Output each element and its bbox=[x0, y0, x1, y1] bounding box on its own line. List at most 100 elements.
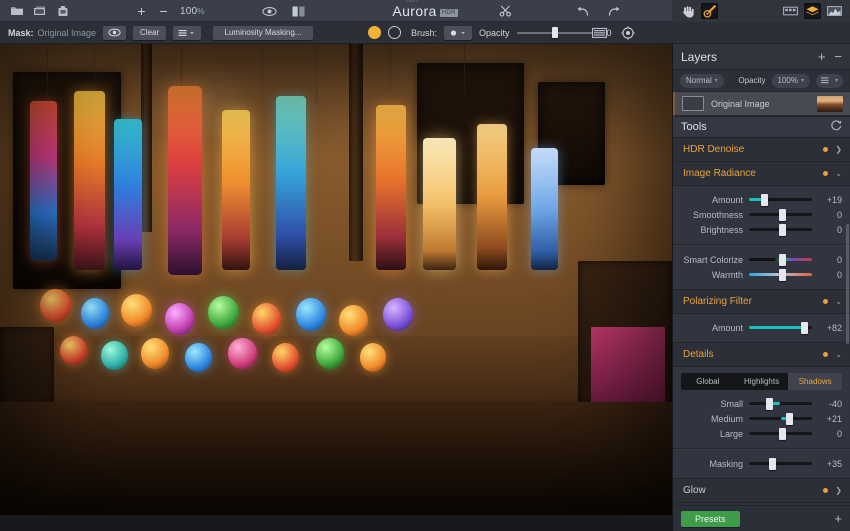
slider-knob[interactable] bbox=[766, 397, 773, 410]
reset-icon[interactable] bbox=[830, 118, 842, 136]
tab-shadows[interactable]: Shadows bbox=[788, 373, 842, 390]
section-enabled-dot[interactable] bbox=[823, 147, 829, 152]
hanging-lamp bbox=[252, 303, 281, 336]
zoom-level[interactable]: 100% bbox=[180, 6, 205, 17]
histogram-icon[interactable] bbox=[826, 3, 843, 19]
slider-control[interactable] bbox=[749, 427, 812, 440]
main-area: Layers + − Normal ▾ Opacity 100% ▾ ▾ Ori… bbox=[0, 44, 850, 531]
list-item[interactable]: Original Image bbox=[673, 92, 850, 116]
mask-eye-button[interactable] bbox=[103, 25, 127, 40]
blend-mode-select[interactable]: Normal ▾ bbox=[680, 73, 724, 88]
slider-knob[interactable] bbox=[779, 208, 787, 221]
open-folder-icon[interactable] bbox=[9, 4, 24, 18]
tools-title: Tools bbox=[681, 121, 707, 133]
hanging-lamp bbox=[60, 336, 88, 366]
view-tools-group bbox=[262, 0, 306, 22]
chevron-right-icon[interactable]: ❯ bbox=[835, 486, 842, 495]
slider-smart-colorize[interactable]: Smart Colorize 0 bbox=[681, 252, 842, 267]
add-preset-button[interactable]: + bbox=[834, 512, 842, 525]
brush-size-button[interactable] bbox=[444, 25, 473, 40]
slider-large[interactable]: Large 0 bbox=[681, 426, 842, 441]
section-glow[interactable]: Glow ❯ bbox=[673, 479, 850, 503]
slider-knob[interactable] bbox=[779, 223, 787, 236]
scissors-icon[interactable] bbox=[498, 4, 513, 18]
mask-toolbar: Mask: Original Image Clear Luminosity Ma… bbox=[0, 22, 850, 44]
tab-highlights[interactable]: Highlights bbox=[735, 373, 789, 390]
hand-tool-icon[interactable] bbox=[679, 3, 696, 19]
section-enabled-dot[interactable] bbox=[823, 171, 829, 176]
radial-mask-icon[interactable] bbox=[620, 25, 635, 40]
slider-control[interactable] bbox=[749, 412, 812, 425]
gradient-mask-icon[interactable] bbox=[592, 26, 607, 40]
opacity-slider[interactable] bbox=[516, 27, 595, 39]
slider-label: Masking bbox=[709, 458, 743, 469]
chevron-down-icon[interactable]: ⌄ bbox=[835, 169, 842, 178]
slider-brightness[interactable]: Brightness 0 bbox=[681, 222, 842, 237]
section-details[interactable]: Details ⌄ bbox=[673, 343, 850, 367]
section-hdr-denoise[interactable]: HDR Denoise ❯ bbox=[673, 138, 850, 162]
zoom-in-button[interactable]: + bbox=[136, 4, 147, 18]
slider-amount[interactable]: Amount +19 bbox=[681, 192, 842, 207]
luminosity-masking-button[interactable]: Luminosity Masking... bbox=[213, 25, 313, 40]
section-enabled-dot[interactable] bbox=[823, 488, 829, 493]
section-enabled-dot[interactable] bbox=[823, 352, 829, 357]
export-icon[interactable] bbox=[55, 4, 70, 18]
chevron-down-icon[interactable]: ⌄ bbox=[835, 350, 842, 359]
scrollbar[interactable] bbox=[846, 224, 849, 344]
add-layer-button[interactable]: + bbox=[818, 50, 826, 63]
slider-smoothness[interactable]: Smoothness 0 bbox=[681, 207, 842, 222]
filmstrip-icon[interactable] bbox=[782, 3, 799, 19]
slider-knob[interactable] bbox=[800, 321, 808, 334]
slider-control[interactable] bbox=[749, 268, 812, 281]
layer-mask-thumb[interactable] bbox=[682, 96, 704, 111]
slider-control[interactable] bbox=[749, 193, 812, 206]
slider-medium[interactable]: Medium +21 bbox=[681, 411, 842, 426]
batch-icon[interactable] bbox=[32, 4, 47, 18]
mosaic-lamp bbox=[275, 95, 307, 271]
erase-mode-circle[interactable] bbox=[388, 26, 401, 39]
slider-knob[interactable] bbox=[779, 268, 787, 281]
image-canvas[interactable] bbox=[0, 44, 672, 531]
top-toolbar: + − 100% 2017 Aurora HDR bbox=[0, 0, 850, 22]
chevron-down-icon[interactable]: ⌄ bbox=[835, 297, 842, 306]
preview-eye-icon[interactable] bbox=[262, 4, 277, 18]
layer-options-button[interactable]: ▾ bbox=[815, 73, 843, 88]
slider-knob[interactable] bbox=[786, 412, 794, 425]
presets-button[interactable]: Presets bbox=[681, 510, 740, 527]
layer-opacity-label: Opacity bbox=[738, 76, 766, 85]
section-enabled-dot[interactable] bbox=[823, 299, 829, 304]
paint-mode-dot[interactable] bbox=[368, 26, 381, 39]
slider-control[interactable] bbox=[749, 457, 812, 470]
zoom-out-button[interactable]: − bbox=[158, 4, 169, 18]
layers-panel-header: Layers + − bbox=[673, 44, 850, 70]
brush-tool-icon[interactable] bbox=[701, 3, 718, 19]
section-top-bottom-adjustment[interactable]: Top & Bottom Adjustment ❯ bbox=[673, 503, 850, 505]
slider-masking[interactable]: Masking +35 bbox=[681, 456, 842, 471]
chevron-right-icon[interactable]: ❯ bbox=[835, 145, 842, 154]
slider-control[interactable] bbox=[749, 253, 812, 266]
tools-scroll-area[interactable]: HDR Denoise ❯ Image Radiance ⌄ Amount +1… bbox=[673, 138, 850, 505]
undo-icon[interactable] bbox=[575, 4, 590, 18]
slider-amount[interactable]: Amount +82 bbox=[681, 320, 842, 335]
redo-icon[interactable] bbox=[606, 4, 621, 18]
slider-knob[interactable] bbox=[769, 457, 777, 470]
layers-icon[interactable] bbox=[804, 3, 821, 19]
slider-knob[interactable] bbox=[779, 253, 787, 266]
compare-split-icon[interactable] bbox=[291, 4, 306, 18]
slider-knob[interactable] bbox=[779, 427, 787, 440]
opacity-knob[interactable] bbox=[552, 27, 559, 38]
slider-knob[interactable] bbox=[760, 193, 768, 206]
slider-small[interactable]: Small -40 bbox=[681, 396, 842, 411]
slider-warmth[interactable]: Warmth 0 bbox=[681, 267, 842, 282]
mask-menu-button[interactable] bbox=[173, 25, 202, 40]
slider-control[interactable] bbox=[749, 321, 812, 334]
mask-clear-button[interactable]: Clear bbox=[133, 25, 167, 40]
tab-global[interactable]: Global bbox=[681, 373, 735, 390]
slider-control[interactable] bbox=[749, 397, 812, 410]
remove-layer-button[interactable]: − bbox=[834, 50, 842, 63]
slider-control[interactable] bbox=[749, 208, 812, 221]
section-image-radiance[interactable]: Image Radiance ⌄ bbox=[673, 162, 850, 186]
layer-opacity-select[interactable]: 100% ▾ bbox=[771, 73, 810, 88]
section-polarizing-filter[interactable]: Polarizing Filter ⌄ bbox=[673, 290, 850, 314]
slider-control[interactable] bbox=[749, 223, 812, 236]
